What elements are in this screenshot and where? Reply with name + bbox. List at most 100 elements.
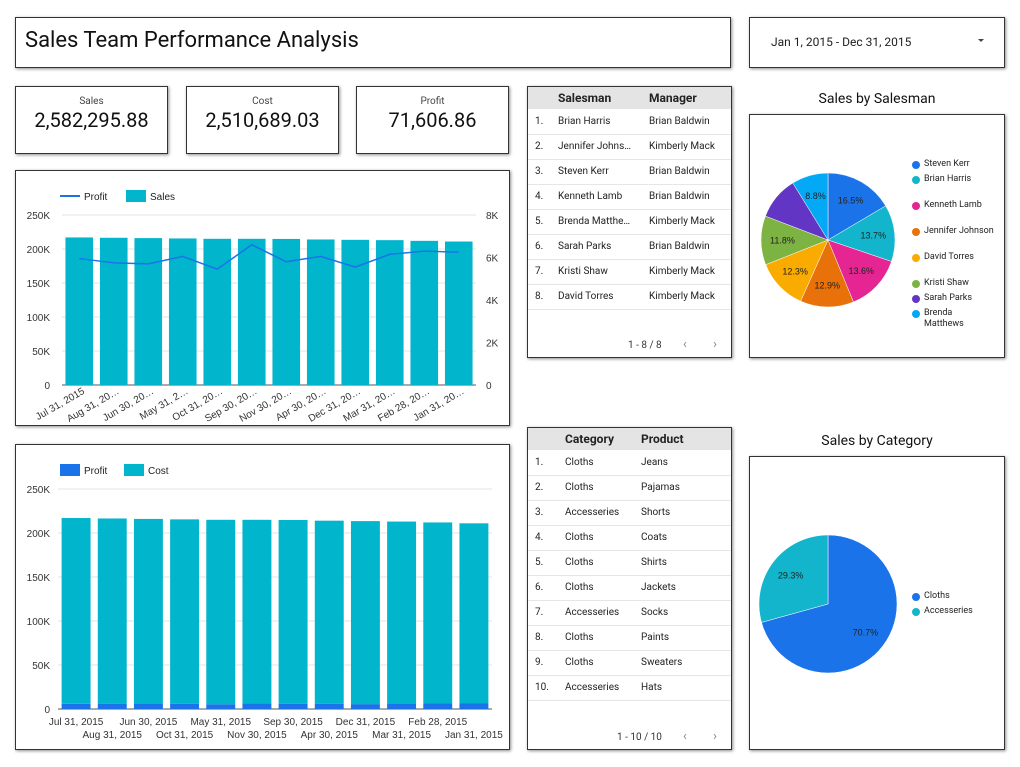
legend-label: Cloths	[924, 591, 950, 601]
column-header-salesman[interactable]: Salesman	[558, 91, 611, 105]
legend-dot-icon	[912, 295, 920, 303]
table-row[interactable]: 3. Accesseries Shorts	[528, 500, 731, 526]
cell-text: Kimberly Mack	[649, 266, 715, 277]
table-row[interactable]: 6. Cloths Jackets	[528, 575, 731, 601]
prev-page-icon[interactable]: ‹	[683, 729, 687, 744]
table-row[interactable]: 9. Cloths Sweaters	[528, 650, 731, 676]
row-number: 8.	[535, 632, 544, 643]
column-header-category[interactable]: Category	[565, 432, 614, 446]
cell-text: Cloths	[565, 657, 594, 668]
legend-dot-icon	[912, 161, 920, 169]
profit-bar	[423, 703, 453, 709]
row-number: 4.	[535, 532, 544, 543]
legend-profit-label: Profit	[84, 466, 108, 477]
cost-bar	[206, 519, 236, 705]
profit-bar	[206, 704, 236, 709]
legend-label: David Torres	[924, 252, 974, 262]
x-tick-label: Oct 31, 2015	[156, 730, 214, 741]
pie-salesman-panel: 16.5% 13.7% 13.6% 12.9% 12.3% 11.8% 8.8% Steve…	[749, 114, 1005, 358]
table-row[interactable]: 8. David Torres Kimberly Mack	[528, 284, 731, 310]
cost-bar	[133, 518, 163, 704]
x-tick-label: Sep 30, 2015	[263, 717, 323, 728]
cell-text: Accesseries	[565, 607, 620, 618]
table-row[interactable]: 1. Cloths Jeans	[528, 450, 731, 476]
table-row[interactable]: 7. Accesseries Socks	[528, 600, 731, 626]
row-number: 2.	[535, 482, 544, 493]
column-header-product[interactable]: Product	[641, 432, 684, 446]
row-number: 7.	[535, 266, 544, 277]
row-number: 4.	[535, 191, 544, 202]
pie-salesman-title: Sales by Salesman	[818, 91, 936, 107]
pie-category-title: Sales by Category	[821, 433, 933, 449]
legend-profit-swatch	[60, 464, 80, 476]
next-page-icon[interactable]: ›	[713, 729, 717, 744]
cost-bar	[350, 521, 380, 705]
table-row[interactable]: 4. Cloths Coats	[528, 525, 731, 551]
y-left-tick-label: 250K	[27, 211, 51, 222]
sales-bar	[306, 239, 335, 385]
pie-slice-label: 11.8%	[770, 235, 795, 245]
table-row[interactable]: 2. Cloths Pajamas	[528, 475, 731, 501]
cell-text: Pajamas	[641, 482, 680, 493]
x-tick-label: Feb 28, 2015	[408, 717, 467, 728]
cell-text: Shirts	[641, 557, 667, 568]
pie-slice-label: 16.5%	[838, 195, 864, 205]
category-table: Category Product 1. Cloths Jeans 2. Cloths Pa…	[527, 427, 732, 750]
x-tick-label: Dec 31, 2015	[336, 717, 396, 728]
cell-text: Brian Baldwin	[649, 166, 710, 177]
cell-text: Cloths	[565, 582, 594, 593]
y-left-tick-label: 50K	[32, 347, 50, 358]
cell-text: Cloths	[565, 557, 594, 568]
y-left-tick-label: 0	[44, 381, 50, 392]
kpi-label: Cost	[252, 96, 273, 107]
cell-text: Jeans	[641, 457, 668, 468]
sales-bar	[134, 238, 163, 385]
table-row[interactable]: 1. Brian Harris Brian Baldwin	[528, 109, 731, 135]
y-right-tick-label: 8K	[486, 211, 499, 222]
cell-text: David Torres	[558, 291, 614, 302]
x-tick-label: Jun 30, 2015	[120, 717, 178, 728]
profit-bar	[133, 703, 163, 709]
cell-text: Cloths	[565, 482, 594, 493]
table-pager-text: 1 - 8 / 8	[628, 340, 662, 351]
table-header: Salesman Manager	[528, 87, 731, 109]
pie-category-panel: 70.7% 29.3% Cloths Accesseries	[749, 456, 1005, 750]
legend-cost-label: Cost	[148, 466, 169, 477]
cell-text: Jackets	[641, 582, 676, 593]
table-row[interactable]: 4. Kenneth Lamb Brian Baldwin	[528, 184, 731, 210]
table-row[interactable]: 5. Cloths Shirts	[528, 550, 731, 576]
row-number: 5.	[535, 557, 544, 568]
legend-label: Kristi Shaw	[924, 278, 969, 288]
x-tick-label: Jan 31, 2015	[445, 730, 503, 741]
table-row[interactable]: 5. Brenda Matthe… Kimberly Mack	[528, 209, 731, 235]
column-header-manager[interactable]: Manager	[649, 91, 697, 105]
row-number: 3.	[535, 166, 544, 177]
kpi-value: 2,582,295.88	[34, 108, 149, 132]
table-row[interactable]: 3. Steven Kerr Brian Baldwin	[528, 159, 731, 185]
y-tick-label: 0	[44, 705, 50, 716]
legend-sales-swatch	[126, 190, 146, 202]
x-tick-label: Jul 31, 2015	[49, 717, 104, 728]
table-row[interactable]: 10. Accesseries Hats	[528, 675, 731, 701]
date-range-picker[interactable]: Jan 1, 2015 - Dec 31, 2015	[749, 17, 1005, 68]
y-tick-label: 200K	[27, 529, 51, 540]
row-number: 6.	[535, 582, 544, 593]
prev-page-icon[interactable]: ‹	[683, 337, 687, 352]
table-header: Category Product	[528, 428, 731, 450]
table-row[interactable]: 6. Sarah Parks Brian Baldwin	[528, 234, 731, 260]
next-page-icon[interactable]: ›	[713, 337, 717, 352]
legend-label: Brian Harris	[924, 174, 972, 184]
table-row[interactable]: 2. Jennifer Johns… Kimberly Mack	[528, 134, 731, 160]
legend-dot-icon	[912, 202, 920, 210]
legend-dot-icon	[912, 310, 920, 318]
kpi-label: Profit	[420, 96, 445, 107]
table-row[interactable]: 7. Kristi Shaw Kimberly Mack	[528, 259, 731, 285]
cell-text: Accesseries	[565, 682, 620, 693]
y-left-tick-label: 150K	[27, 279, 51, 290]
kpi-value: 71,606.86	[388, 108, 477, 132]
cell-text: Jennifer Johns…	[558, 141, 631, 152]
pie-slice-label: 12.3%	[782, 266, 808, 276]
table-row[interactable]: 8. Cloths Paints	[528, 625, 731, 651]
sales-bar	[410, 240, 439, 385]
sales-profit-chart-svg: 050K100K150K200K250K02K4K6K8KJul 31, 201…	[27, 190, 499, 425]
